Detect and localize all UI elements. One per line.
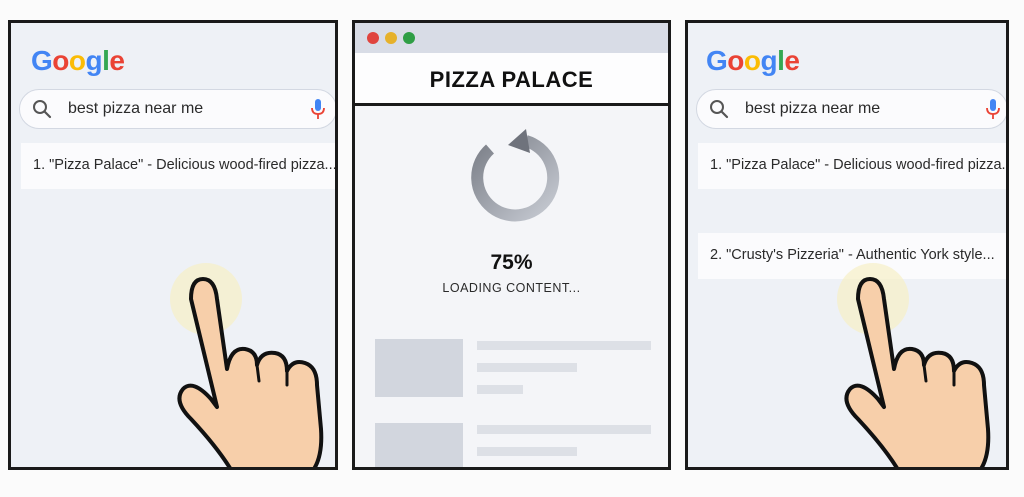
- reload-spinner-icon: [471, 129, 560, 222]
- site-header: PIZZA PALACE: [355, 53, 668, 106]
- search-bar[interactable]: best pizza near me: [19, 89, 335, 129]
- search-result-1[interactable]: 1. "Pizza Palace" - Delicious wood-fired…: [698, 143, 1009, 189]
- skeleton-image: [375, 339, 463, 397]
- google-logo: Google: [31, 45, 125, 76]
- browser-loading-panel: PIZZA PALACE 75% LOADING CONTENT...: [352, 20, 671, 470]
- maximize-window-button[interactable]: [403, 32, 415, 44]
- skeleton-line: [477, 385, 523, 394]
- google-logo: Google: [706, 45, 800, 76]
- search-panel-2: Google best pizza near me 1. "Pizza Pala…: [685, 20, 1009, 470]
- search-query[interactable]: best pizza near me: [745, 100, 880, 118]
- result-text: 1. "Pizza Palace" - Delicious wood-fired…: [710, 157, 1009, 173]
- loading-percent: 75%: [490, 251, 533, 274]
- skeleton-line: [477, 341, 651, 350]
- microphone-icon[interactable]: [985, 98, 1001, 120]
- search-icon: [710, 100, 729, 119]
- skeleton-image: [375, 423, 463, 467]
- search-icon: [33, 100, 52, 119]
- loading-label: LOADING CONTENT...: [442, 281, 581, 295]
- skeleton-line: [477, 363, 577, 372]
- minimize-window-button[interactable]: [385, 32, 397, 44]
- microphone-icon[interactable]: [310, 98, 326, 120]
- pointing-hand-icon: [837, 263, 991, 467]
- browser-titlebar: [355, 23, 668, 54]
- search-panel-1: Google best pizza near me 1. "Pizza Pala…: [8, 20, 338, 470]
- close-window-button[interactable]: [367, 32, 379, 44]
- result-text: 1. "Pizza Palace" - Delicious wood-fired…: [33, 157, 337, 173]
- search-result-1[interactable]: 1. "Pizza Palace" - Delicious wood-fired…: [21, 143, 337, 189]
- skeleton-line: [477, 425, 651, 434]
- search-query[interactable]: best pizza near me: [68, 100, 203, 118]
- site-title: PIZZA PALACE: [429, 67, 594, 92]
- skeleton-line: [477, 447, 577, 456]
- pointing-hand-icon: [170, 263, 324, 467]
- search-bar[interactable]: best pizza near me: [696, 89, 1006, 129]
